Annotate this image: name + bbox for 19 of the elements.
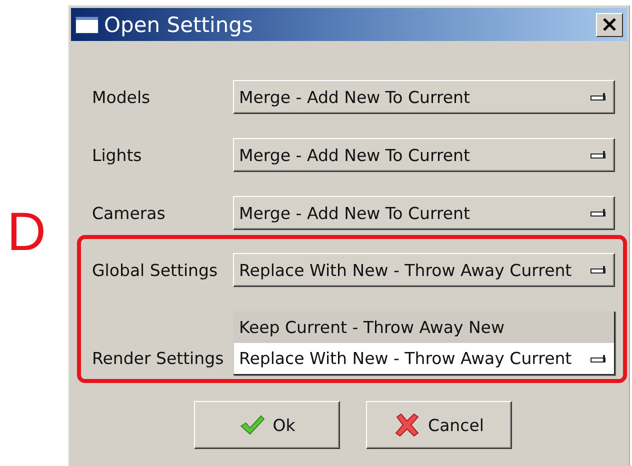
field-label: Render Settings bbox=[92, 348, 225, 370]
dropdown[interactable]: Merge - Add New To Current bbox=[233, 80, 615, 114]
window-icon bbox=[75, 16, 99, 34]
cross-icon bbox=[394, 413, 420, 437]
dropdown[interactable]: Merge - Add New To Current bbox=[233, 196, 615, 230]
field-label: Cameras bbox=[92, 202, 166, 224]
field-label: Models bbox=[92, 86, 152, 108]
dropdown[interactable]: Merge - Add New To Current bbox=[233, 138, 615, 172]
cancel-button[interactable]: Cancel bbox=[366, 401, 512, 449]
checkmark-icon bbox=[238, 414, 265, 436]
field-label: Lights bbox=[92, 144, 143, 166]
ok-button[interactable]: Ok bbox=[194, 401, 340, 449]
field-label: Global Settings bbox=[92, 260, 219, 282]
dropdown[interactable]: Replace With New - Throw Away Current bbox=[233, 253, 615, 287]
dropdown-option[interactable]: Keep Current - Throw Away New bbox=[234, 312, 614, 343]
window-title: Open Settings bbox=[104, 12, 254, 36]
close-button[interactable] bbox=[596, 12, 623, 36]
close-icon bbox=[603, 18, 616, 31]
annotation-letter: D bbox=[7, 205, 46, 259]
